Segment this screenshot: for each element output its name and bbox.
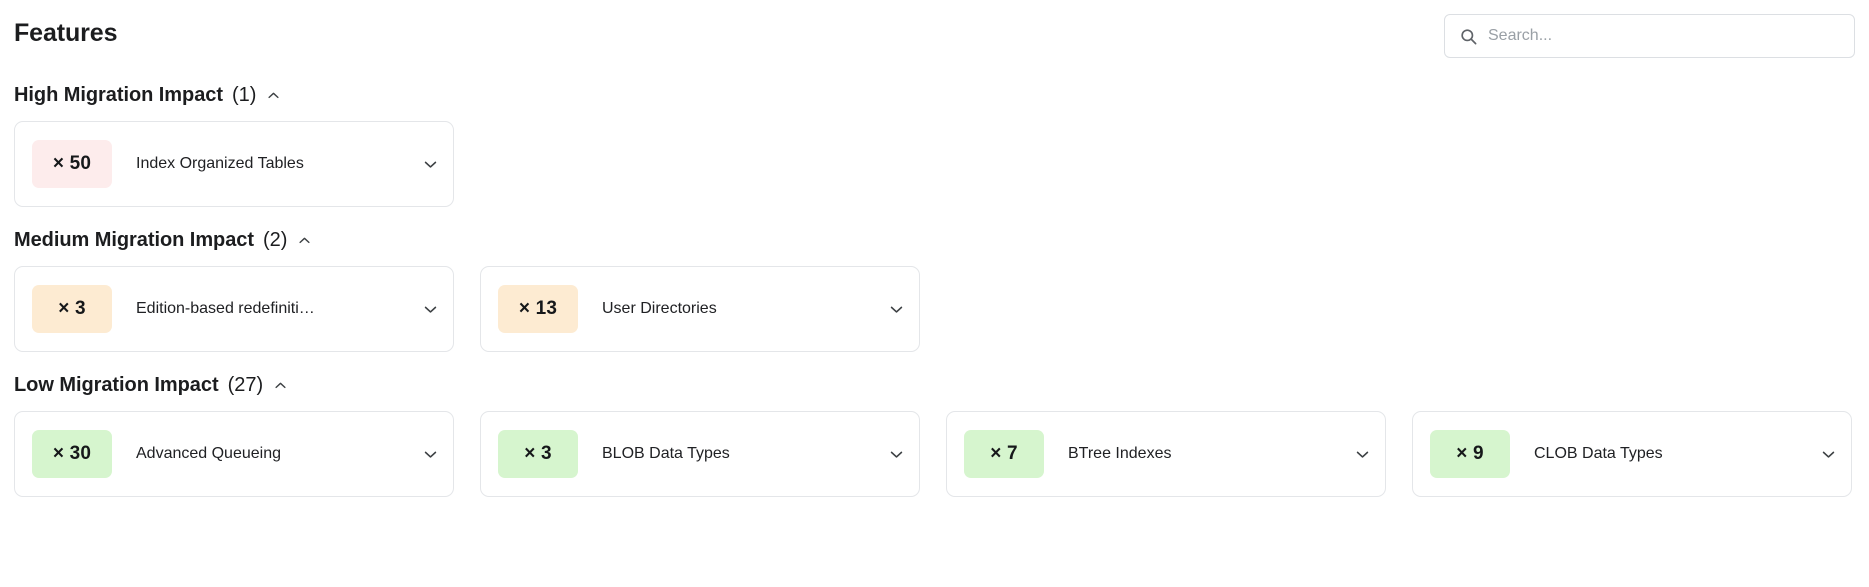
chevron-down-icon[interactable] [422,301,439,318]
feature-count-badge: × 7 [964,430,1044,478]
section-count: (27) [227,374,264,396]
card-grid: × 50 Index Organized Tables [14,121,1855,207]
section-count: (2) [262,229,288,251]
chevron-up-icon[interactable] [266,88,281,103]
section-header-toggle[interactable]: High Migration Impact (1) [14,84,281,107]
section-title: High Migration Impact [14,84,223,106]
feature-card[interactable]: × 30 Advanced Queueing [14,411,454,497]
feature-count-badge: × 3 [498,430,578,478]
impact-section: Low Migration Impact (27) × 30 Advanced Que… [14,374,1855,497]
feature-card[interactable]: × 9 CLOB Data Types [1412,411,1852,497]
search-icon [1459,27,1478,46]
feature-card[interactable]: × 7 BTree Indexes [946,411,1386,497]
search-input[interactable] [1488,27,1840,45]
chevron-down-icon[interactable] [1820,446,1837,463]
feature-name-label: Advanced Queueing [136,445,281,462]
feature-card[interactable]: × 3 BLOB Data Types [480,411,920,497]
features-page: Features High Migration Impact (1) × 50 Ind… [0,0,1869,587]
chevron-up-icon[interactable] [297,233,312,248]
feature-name-label: Index Organized Tables [136,155,304,172]
feature-name-label: BLOB Data Types [602,445,730,462]
feature-count-badge: × 3 [32,285,112,333]
chevron-down-icon[interactable] [1354,446,1371,463]
page-title: Features [14,19,118,47]
card-grid: × 30 Advanced Queueing × 3 BLOB Data Types ×… [14,411,1855,497]
impact-section: High Migration Impact (1) × 50 Index Organi… [14,84,1855,207]
feature-card[interactable]: × 13 User Directories [480,266,920,352]
search-box[interactable] [1444,14,1855,58]
feature-name-label: Edition-based redefiniti… [136,300,315,317]
section-count: (1) [231,84,257,106]
feature-name-label: BTree Indexes [1068,445,1172,462]
chevron-down-icon[interactable] [888,301,905,318]
page-header: Features [14,0,1855,58]
chevron-down-icon[interactable] [422,156,439,173]
section-title: Low Migration Impact [14,374,219,396]
impact-section: Medium Migration Impact (2) × 3 Edition-bas… [14,229,1855,352]
feature-name-label: CLOB Data Types [1534,445,1663,462]
chevron-down-icon[interactable] [888,446,905,463]
sections-container: High Migration Impact (1) × 50 Index Organi… [14,84,1855,497]
section-header-toggle[interactable]: Low Migration Impact (27) [14,374,288,397]
feature-count-badge: × 30 [32,430,112,478]
section-header-toggle[interactable]: Medium Migration Impact (2) [14,229,312,252]
feature-count-badge: × 13 [498,285,578,333]
chevron-up-icon[interactable] [273,378,288,393]
feature-count-badge: × 50 [32,140,112,188]
card-grid: × 3 Edition-based redefiniti… × 13 User Dir… [14,266,1855,352]
feature-card[interactable]: × 50 Index Organized Tables [14,121,454,207]
chevron-down-icon[interactable] [422,446,439,463]
feature-count-badge: × 9 [1430,430,1510,478]
section-title: Medium Migration Impact [14,229,254,251]
feature-card[interactable]: × 3 Edition-based redefiniti… [14,266,454,352]
feature-name-label: User Directories [602,300,717,317]
